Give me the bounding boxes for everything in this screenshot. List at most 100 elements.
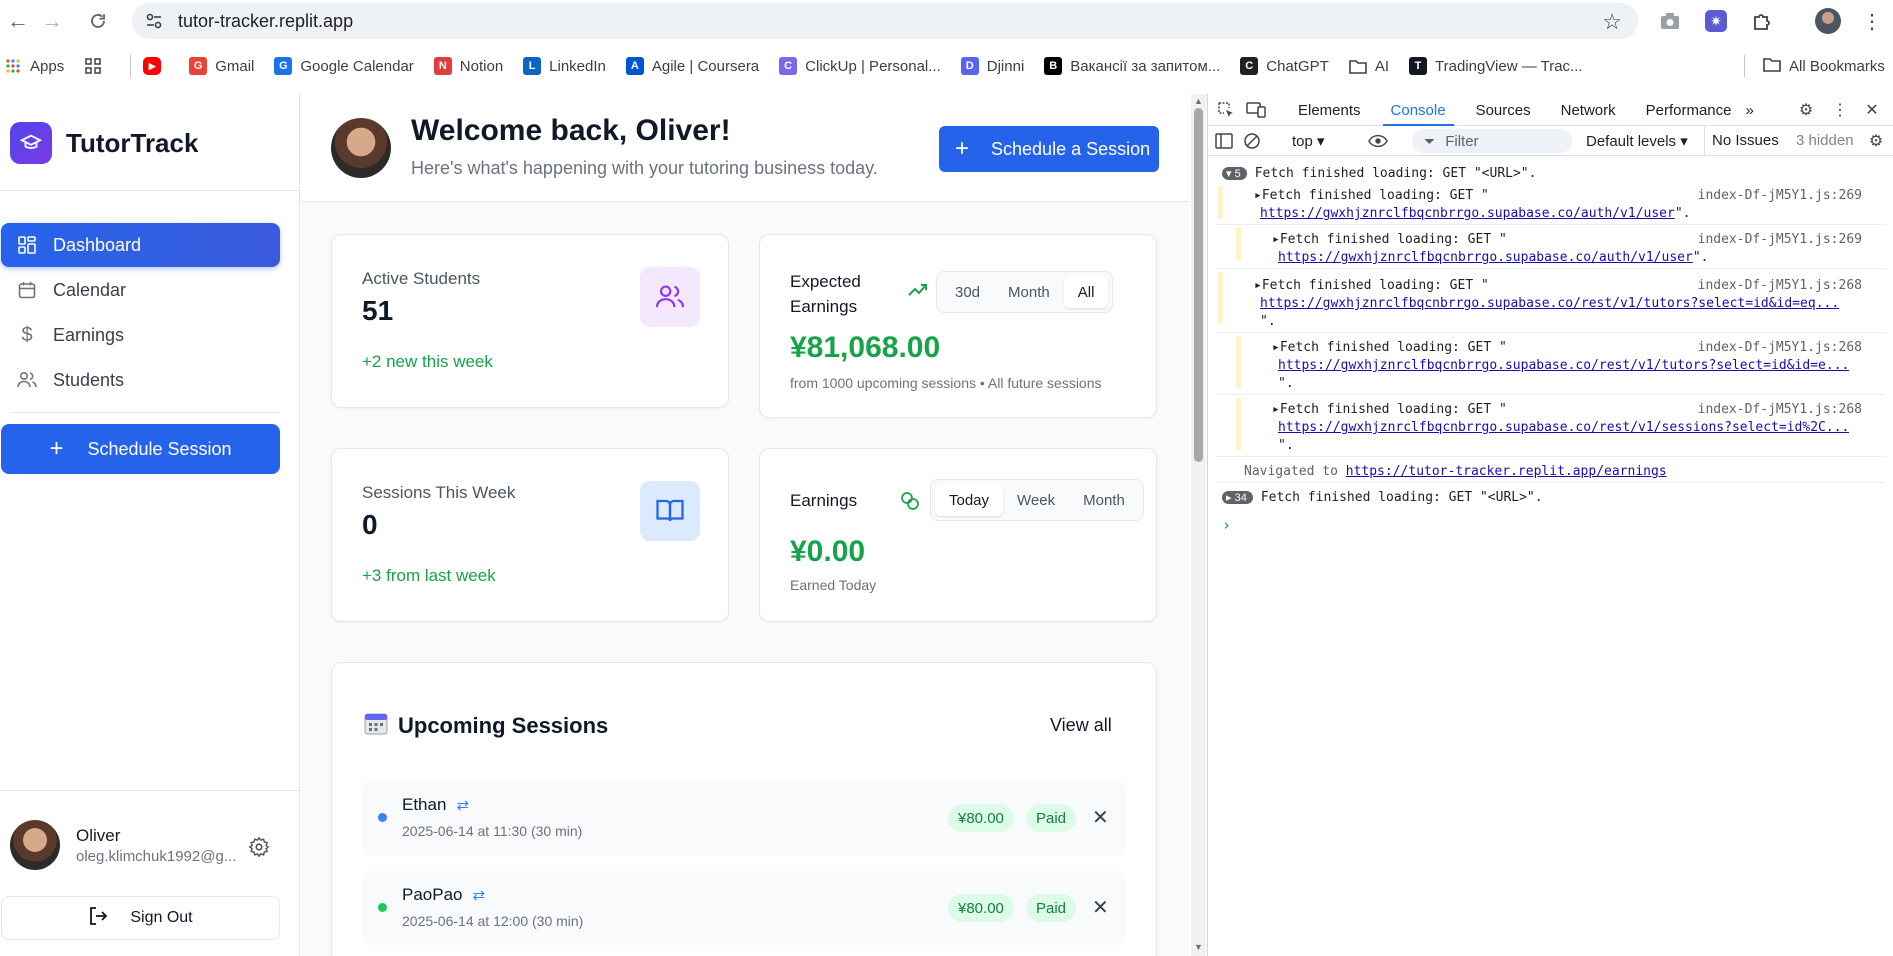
close-icon[interactable]: ✕ bbox=[1092, 805, 1109, 830]
tab-performance[interactable]: Performance bbox=[1646, 94, 1732, 126]
console-log-row[interactable]: ▸Fetch finished loading: GET " bbox=[1272, 340, 1507, 355]
console-log-row[interactable]: ▸Fetch finished loading: GET " bbox=[1272, 232, 1507, 247]
range-option-today[interactable]: Today bbox=[935, 484, 1004, 516]
scrollbar-thumb[interactable] bbox=[1194, 108, 1203, 462]
console-settings-icon[interactable]: ⚙ bbox=[1866, 131, 1886, 151]
filter-input[interactable]: ⏷ Filter bbox=[1412, 129, 1572, 153]
gear-icon[interactable] bbox=[248, 836, 270, 863]
brand[interactable]: TutorTrack bbox=[10, 122, 198, 164]
range-option-month[interactable]: Month bbox=[1069, 484, 1139, 516]
sidebar-item-students[interactable]: Students bbox=[1, 358, 280, 402]
bookmark-item[interactable]: Apps bbox=[4, 57, 64, 75]
close-icon[interactable]: ✕ bbox=[1092, 895, 1109, 920]
coursera-icon: A bbox=[625, 57, 644, 75]
user-profile[interactable]: Oliver oleg.klimchuk1992@g... bbox=[10, 820, 236, 870]
sidebar-item-dashboard[interactable]: Dashboard bbox=[1, 223, 280, 267]
sidebar-item-calendar[interactable]: Calendar bbox=[1, 268, 280, 312]
devtools-settings-icon[interactable]: ⚙ bbox=[1796, 100, 1816, 120]
bookmark-star-icon[interactable]: ☆ bbox=[1602, 9, 1622, 35]
log-url-link[interactable]: https://gwxhjznrclfbqcnbrrgo.supabase.co… bbox=[1278, 420, 1849, 435]
console-group-row[interactable]: ▾ 5 Fetch finished loading: GET "<URL>". bbox=[1222, 166, 1536, 181]
log-source-link[interactable]: index-Df-jM5Y1.js:268 bbox=[1698, 340, 1862, 355]
default-levels-select[interactable]: Default levels ▾ bbox=[1586, 132, 1688, 150]
bookmark-label: LinkedIn bbox=[549, 57, 606, 75]
log-source-link[interactable]: index-Df-jM5Y1.js:268 bbox=[1698, 278, 1862, 293]
devtools-menu-icon[interactable]: ⋮ bbox=[1830, 100, 1850, 120]
console-log-row[interactable]: ▸Fetch finished loading: GET " bbox=[1254, 278, 1489, 293]
bookmark-item[interactable]: ▶ bbox=[143, 57, 169, 75]
log-source-link[interactable]: index-Df-jM5Y1.js:268 bbox=[1698, 402, 1862, 417]
session-student: Ethan ⇄ bbox=[402, 795, 469, 815]
puzzle-extensions-icon[interactable] bbox=[1748, 7, 1776, 35]
console-log-row[interactable]: ▸Fetch finished loading: GET " bbox=[1254, 188, 1489, 203]
forward-icon[interactable]: → bbox=[34, 3, 70, 39]
inspect-element-icon[interactable] bbox=[1216, 100, 1236, 120]
tab-elements[interactable]: Elements bbox=[1298, 94, 1361, 126]
log-source-link[interactable]: index-Df-jM5Y1.js:269 bbox=[1698, 188, 1862, 203]
bookmark-item[interactable]: A Agile | Coursera bbox=[625, 57, 759, 75]
levels-label: Default levels bbox=[1586, 133, 1677, 150]
bookmark-item[interactable]: L LinkedIn bbox=[523, 57, 606, 75]
sign-out-button[interactable]: Sign Out bbox=[1, 896, 280, 940]
clickup-icon: C bbox=[779, 57, 798, 75]
list-item[interactable]: PaoPao ⇄ 2025-06-14 at 12:00 (30 min) ¥8… bbox=[362, 871, 1126, 945]
page-subtitle: Here's what's happening with your tutori… bbox=[411, 158, 878, 178]
extension-icon[interactable]: ✷ bbox=[1702, 7, 1730, 35]
more-tabs-icon[interactable]: » bbox=[1746, 94, 1754, 126]
earnings-value: ¥0.00 bbox=[790, 535, 866, 568]
log-url-link[interactable]: https://gwxhjznrclfbqcnbrrgo.supabase.co… bbox=[1260, 296, 1839, 311]
console-prompt[interactable]: › bbox=[1222, 516, 1231, 534]
range-option-30d[interactable]: 30d bbox=[941, 276, 994, 308]
console-toolbar: top ▾ ⏷ Filter Default levels ▾ No Issue… bbox=[1208, 126, 1893, 156]
context-select[interactable]: top ▾ bbox=[1292, 132, 1325, 150]
log-source-link[interactable]: index-Df-jM5Y1.js:269 bbox=[1698, 232, 1862, 247]
reload-icon[interactable] bbox=[80, 3, 116, 39]
range-option-all[interactable]: All bbox=[1063, 276, 1109, 308]
console-log-row[interactable]: ▸Fetch finished loading: GET " bbox=[1272, 402, 1507, 417]
back-icon[interactable]: ← bbox=[0, 3, 36, 39]
site-settings-icon[interactable] bbox=[144, 11, 164, 31]
bookmark-item[interactable]: T TradingView — Trac... bbox=[1409, 57, 1583, 75]
schedule-a-session-button[interactable]: + Schedule a Session bbox=[939, 126, 1159, 172]
card-value: 51 bbox=[362, 295, 394, 326]
issues-button[interactable]: No Issues bbox=[1712, 132, 1779, 149]
console-group-row[interactable]: ▸ 34 Fetch finished loading: GET "<URL>". bbox=[1222, 490, 1543, 505]
bookmark-item[interactable]: N Notion bbox=[433, 57, 503, 75]
bookmark-item[interactable]: D Djinni bbox=[960, 57, 1024, 75]
bookmark-item[interactable]: C ClickUp | Personal... bbox=[779, 57, 941, 75]
eye-icon[interactable] bbox=[1368, 131, 1388, 151]
log-url-link[interactable]: https://gwxhjznrclfbqcnbrrgo.supabase.co… bbox=[1278, 250, 1693, 265]
bookmark-item[interactable] bbox=[84, 57, 110, 75]
log-url-link[interactable]: https://gwxhjznrclfbqcnbrrgo.supabase.co… bbox=[1260, 206, 1675, 221]
sidebar-item-label: Dashboard bbox=[53, 234, 142, 255]
view-all-link[interactable]: View all bbox=[1050, 715, 1112, 736]
bookmark-item[interactable]: G Gmail bbox=[189, 57, 254, 75]
schedule-session-button[interactable]: + Schedule Session bbox=[1, 424, 280, 474]
all-bookmarks[interactable]: All Bookmarks bbox=[1744, 46, 1885, 86]
tab-network[interactable]: Network bbox=[1561, 94, 1616, 126]
bookmark-item[interactable]: G Google Calendar bbox=[274, 57, 414, 75]
camera-icon[interactable] bbox=[1656, 7, 1684, 35]
log-url-link[interactable]: https://tutor-tracker.replit.app/earning… bbox=[1346, 464, 1667, 479]
log-url-link[interactable]: https://gwxhjznrclfbqcnbrrgo.supabase.co… bbox=[1278, 358, 1849, 373]
tab-sources[interactable]: Sources bbox=[1476, 94, 1531, 126]
menu-kebab-icon[interactable]: ⋮ bbox=[1858, 7, 1886, 35]
list-item[interactable]: Ethan ⇄ 2025-06-14 at 11:30 (30 min) ¥80… bbox=[362, 781, 1126, 855]
clear-console-icon[interactable] bbox=[1242, 131, 1262, 151]
devtools-close-icon[interactable]: ✕ bbox=[1862, 100, 1882, 120]
range-option-week[interactable]: Week bbox=[1003, 484, 1069, 516]
bookmark-item[interactable]: AI bbox=[1349, 57, 1389, 75]
plus-icon: + bbox=[955, 135, 970, 162]
sidebar-toggle-icon[interactable] bbox=[1214, 131, 1234, 151]
address-bar[interactable]: tutor-tracker.replit.app ☆ bbox=[132, 3, 1638, 39]
bookmark-item[interactable]: В Вакансії за запитом... bbox=[1044, 57, 1220, 75]
range-option-month[interactable]: Month bbox=[994, 276, 1064, 308]
page-scrollbar[interactable]: ▲ ▼ bbox=[1191, 94, 1206, 956]
bookmark-item[interactable]: C ChatGPT bbox=[1240, 57, 1329, 75]
device-toolbar-icon[interactable] bbox=[1246, 100, 1266, 120]
tab-console[interactable]: Console bbox=[1382, 94, 1454, 126]
profile-avatar-icon[interactable] bbox=[1814, 7, 1842, 35]
recurring-icon: ⇄ bbox=[456, 797, 470, 814]
sidebar-item-earnings[interactable]: $ Earnings bbox=[1, 313, 280, 357]
logout-icon bbox=[88, 906, 108, 931]
